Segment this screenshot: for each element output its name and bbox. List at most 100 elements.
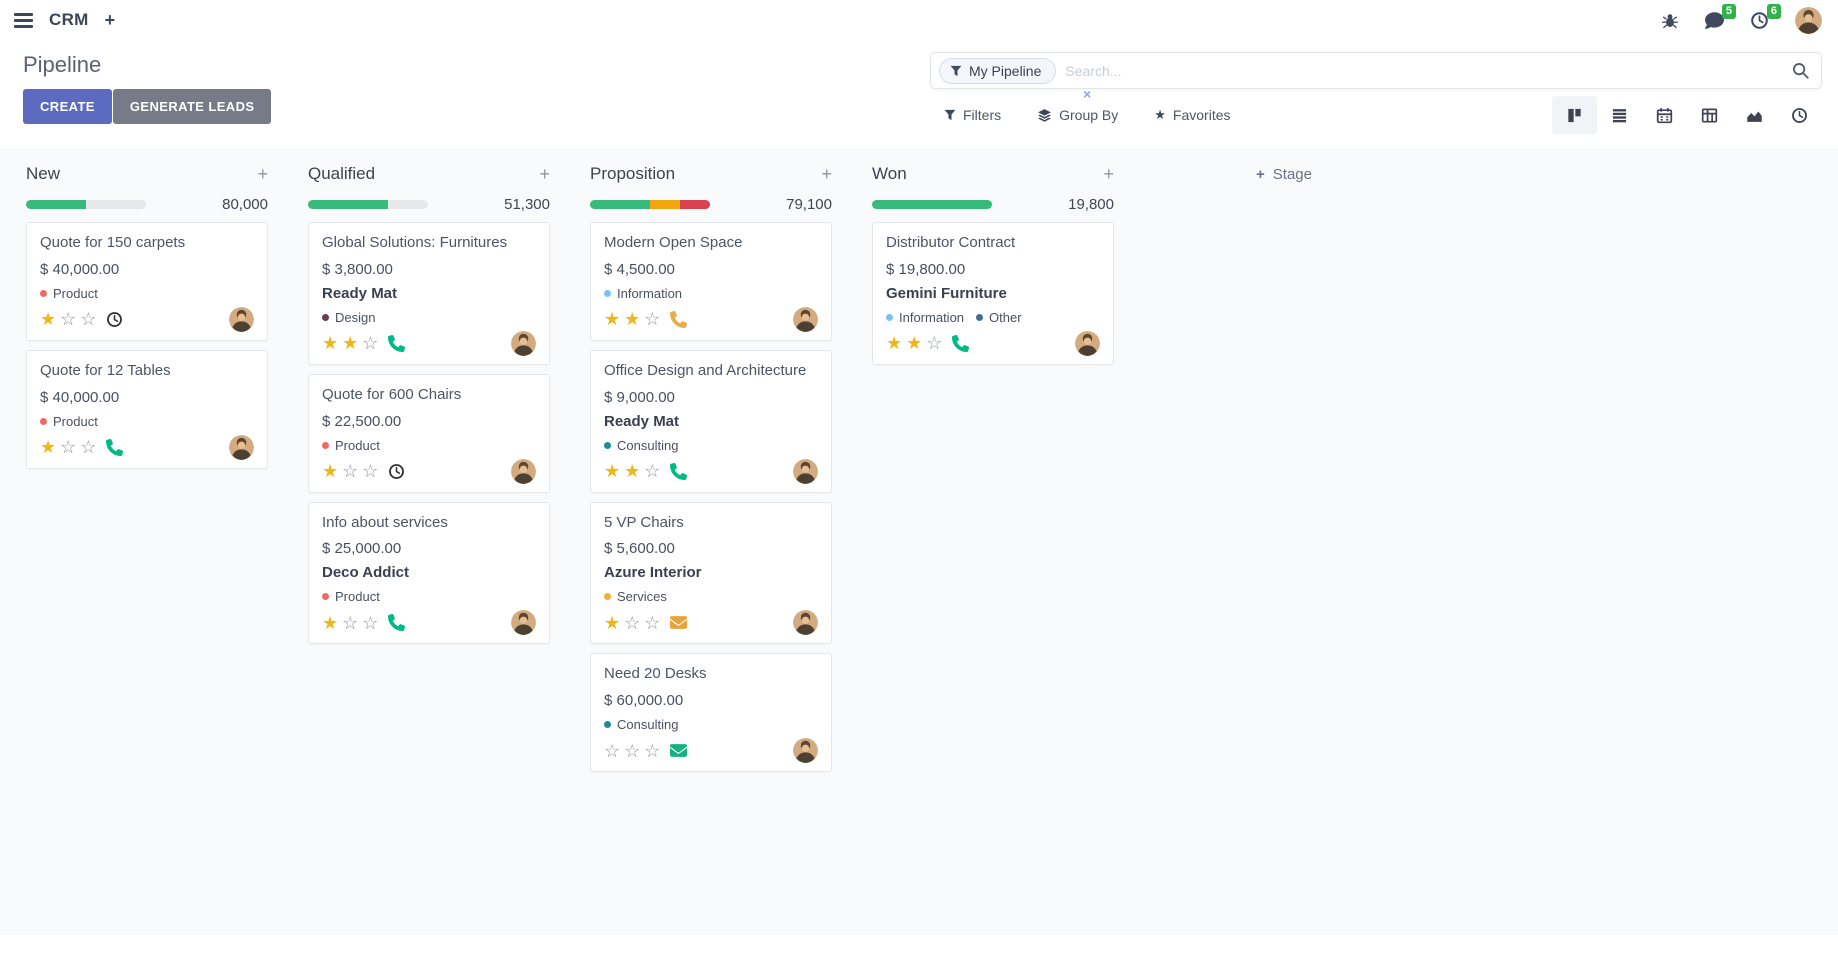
priority-star[interactable]: ★ [906, 334, 922, 352]
priority-star[interactable]: ☆ [60, 438, 76, 456]
priority-star[interactable]: ★ [322, 462, 338, 480]
column-progressbar[interactable] [26, 200, 146, 209]
activities-clock-icon[interactable]: 6 [1750, 11, 1769, 30]
priority-star[interactable]: ☆ [604, 742, 620, 760]
priority-star[interactable]: ★ [40, 438, 56, 456]
priority-star[interactable]: ☆ [80, 438, 96, 456]
search-icon[interactable] [1792, 62, 1809, 79]
salesperson-avatar[interactable] [793, 738, 818, 763]
add-card-icon[interactable]: + [257, 165, 268, 183]
salesperson-avatar[interactable] [229, 435, 254, 460]
salesperson-avatar[interactable] [793, 307, 818, 332]
phone-activity-icon[interactable] [670, 311, 687, 328]
view-activity-button[interactable] [1777, 96, 1822, 134]
progress-segment[interactable] [308, 200, 388, 209]
priority-star[interactable]: ★ [40, 310, 56, 328]
priority-star[interactable]: ☆ [926, 334, 942, 352]
priority-star[interactable]: ★ [624, 462, 640, 480]
phone-activity-icon[interactable] [952, 335, 969, 352]
add-tab-icon[interactable]: + [105, 11, 116, 29]
view-pivot-button[interactable] [1687, 96, 1732, 134]
column-title[interactable]: New [26, 164, 60, 184]
progress-segment[interactable] [650, 200, 680, 209]
messages-icon[interactable]: 5 [1705, 11, 1724, 30]
phone-activity-icon[interactable] [670, 463, 687, 480]
view-calendar-button[interactable] [1642, 96, 1687, 134]
priority-star[interactable]: ☆ [362, 462, 378, 480]
salesperson-avatar[interactable] [511, 459, 536, 484]
add-card-icon[interactable]: + [1103, 165, 1114, 183]
priority-star[interactable]: ☆ [80, 310, 96, 328]
column-progressbar[interactable] [590, 200, 710, 209]
column-title[interactable]: Won [872, 164, 907, 184]
opportunity-card[interactable]: Info about services $ 25,000.00 Deco Add… [308, 502, 550, 645]
clock-activity-icon[interactable] [106, 311, 123, 328]
salesperson-avatar[interactable] [229, 307, 254, 332]
phone-activity-icon[interactable] [106, 439, 123, 456]
priority-star[interactable]: ★ [322, 614, 338, 632]
salesperson-avatar[interactable] [511, 331, 536, 356]
view-list-button[interactable] [1597, 96, 1642, 134]
envelope-activity-icon[interactable] [670, 742, 687, 759]
priority-star[interactable]: ☆ [624, 614, 640, 632]
salesperson-avatar[interactable] [511, 610, 536, 635]
opportunity-card[interactable]: Quote for 600 Chairs $ 22,500.00 Product… [308, 374, 550, 493]
generate-leads-button[interactable]: GENERATE LEADS [113, 89, 272, 124]
envelope-activity-icon[interactable] [670, 614, 687, 631]
priority-star[interactable]: ☆ [362, 334, 378, 352]
opportunity-card[interactable]: Modern Open Space $ 4,500.00 Information… [590, 222, 832, 341]
column-title[interactable]: Qualified [308, 164, 375, 184]
debug-bug-icon[interactable] [1661, 11, 1679, 29]
clock-activity-icon[interactable] [388, 463, 405, 480]
opportunity-card[interactable]: Distributor Contract $ 19,800.00 Gemini … [872, 222, 1114, 365]
group-by-button[interactable]: Group By [1037, 107, 1118, 123]
column-progressbar[interactable] [872, 200, 992, 209]
priority-star[interactable]: ☆ [362, 614, 378, 632]
view-graph-button[interactable] [1732, 96, 1777, 134]
view-kanban-button[interactable] [1552, 96, 1597, 134]
priority-star[interactable]: ★ [342, 334, 358, 352]
phone-activity-icon[interactable] [388, 614, 405, 631]
progress-segment[interactable] [680, 200, 710, 209]
opportunity-card[interactable]: Need 20 Desks $ 60,000.00 Consulting ☆ ☆… [590, 653, 832, 772]
opportunity-card[interactable]: 5 VP Chairs $ 5,600.00 Azure Interior Se… [590, 502, 832, 645]
filters-button[interactable]: Filters [944, 107, 1001, 123]
salesperson-avatar[interactable] [1075, 331, 1100, 356]
progress-segment[interactable] [26, 200, 86, 209]
priority-star[interactable]: ★ [604, 614, 620, 632]
opportunity-card[interactable]: Office Design and Architecture $ 9,000.0… [590, 350, 832, 493]
opportunity-card[interactable]: Global Solutions: Furnitures $ 3,800.00 … [308, 222, 550, 365]
priority-star[interactable]: ★ [604, 310, 620, 328]
priority-star[interactable]: ☆ [342, 462, 358, 480]
add-card-icon[interactable]: + [539, 165, 550, 183]
priority-star[interactable]: ☆ [624, 742, 640, 760]
create-button[interactable]: CREATE [23, 89, 112, 124]
priority-star[interactable]: ★ [604, 462, 620, 480]
apps-menu-icon[interactable] [14, 13, 33, 28]
add-card-icon[interactable]: + [821, 165, 832, 183]
priority-star[interactable]: ☆ [644, 742, 660, 760]
search-bar[interactable]: My Pipeline × [930, 52, 1822, 89]
column-progressbar[interactable] [308, 200, 428, 209]
salesperson-avatar[interactable] [793, 610, 818, 635]
search-input[interactable] [1065, 63, 1792, 79]
app-title[interactable]: CRM [49, 10, 89, 30]
column-title[interactable]: Proposition [590, 164, 675, 184]
opportunity-card[interactable]: Quote for 150 carpets $ 40,000.00 Produc… [26, 222, 268, 341]
priority-star[interactable]: ☆ [644, 310, 660, 328]
priority-star[interactable]: ☆ [60, 310, 76, 328]
user-avatar[interactable] [1795, 7, 1822, 34]
priority-star[interactable]: ★ [322, 334, 338, 352]
priority-star[interactable]: ☆ [342, 614, 358, 632]
progress-segment[interactable] [872, 200, 992, 209]
phone-activity-icon[interactable] [388, 335, 405, 352]
priority-star[interactable]: ☆ [644, 462, 660, 480]
favorites-button[interactable]: ★ Favorites [1154, 107, 1230, 123]
remove-facet-icon[interactable]: × [1083, 86, 1091, 102]
priority-star[interactable]: ★ [886, 334, 902, 352]
salesperson-avatar[interactable] [793, 459, 818, 484]
priority-star[interactable]: ☆ [644, 614, 660, 632]
add-stage-button[interactable]: + Stage [1256, 166, 1312, 183]
filter-facet-my-pipeline[interactable]: My Pipeline [939, 58, 1056, 84]
priority-star[interactable]: ★ [624, 310, 640, 328]
